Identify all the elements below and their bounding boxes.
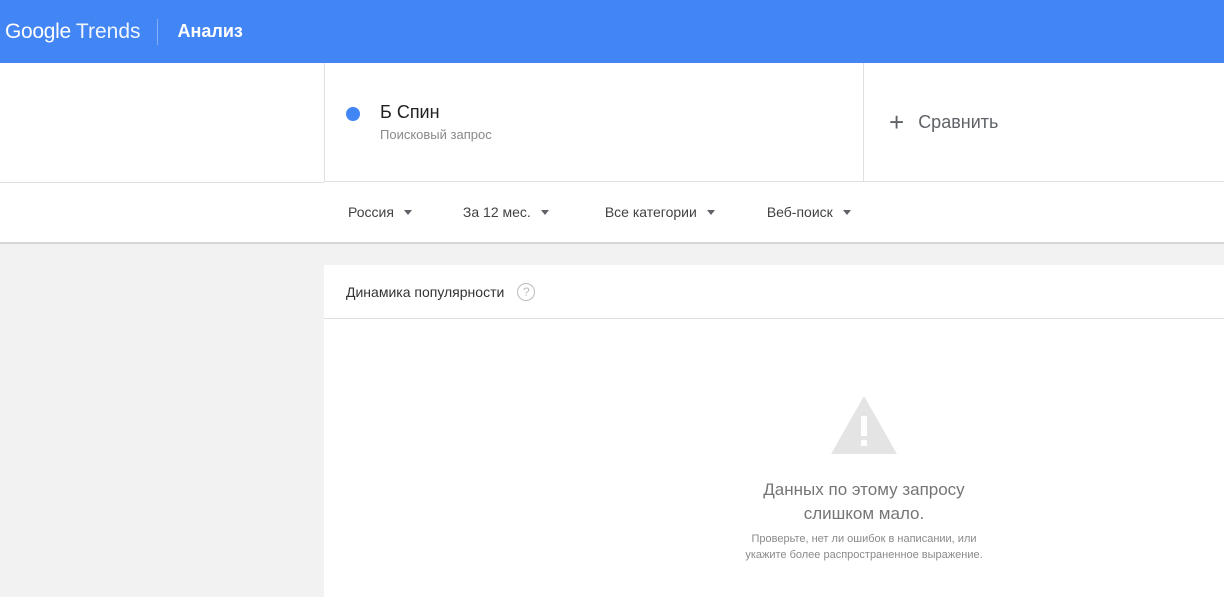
caret-down-icon [540,209,549,215]
empty-state-hint: Проверьте, нет ли ошибок в написании, ил… [709,531,1019,563]
compare-label: Сравнить [918,111,999,132]
search-term-card[interactable]: Б Спин Поисковый запрос [324,63,864,182]
google-trends-logo[interactable]: Google Trends [0,0,141,63]
filter-category-label: Все категории [604,204,697,220]
card-title: Динамика популярности [346,283,505,300]
logo-trends-text: Trends [75,19,141,43]
filter-region[interactable]: Россия [348,204,412,220]
compare-button[interactable]: + Сравнить [864,63,1224,182]
filter-search-type-label: Веб-поиск [766,204,833,220]
caret-down-icon [842,209,851,215]
logo-google-text: Google [5,19,71,43]
filter-bar: Россия За 12 мес. Все категории Веб-поис… [324,194,851,230]
term-color-dot [346,107,360,121]
interest-over-time-card: Динамика популярности ? Данных по этому … [324,265,1224,597]
explore-header: Б Спин Поисковый запрос + Сравнить Росси… [0,63,1224,244]
caret-down-icon [403,209,412,215]
card-header: Динамика популярности ? [324,265,1224,319]
warning-icon [831,396,897,454]
filter-time-range-label: За 12 мес. [462,204,531,220]
filter-time-range[interactable]: За 12 мес. [463,204,549,220]
topbar-divider [156,18,158,45]
empty-state-hint-line2: укажите более распространенное выражение… [745,549,983,561]
filter-region-label: Россия [348,204,394,220]
search-term-type: Поисковый запрос [380,127,492,142]
empty-state-title-line2: слишком мало. [803,504,925,523]
help-icon[interactable]: ? [517,282,536,301]
caret-down-icon [706,209,715,215]
empty-state: Данных по этому запросу слишком мало. Пр… [324,319,1224,597]
top-app-bar: Google Trends Анализ [0,0,1224,63]
empty-state-title-line1: Данных по этому запросу [763,480,965,499]
filter-category[interactable]: Все категории [605,204,715,220]
plus-icon: + [889,107,905,137]
divider [0,182,324,183]
page-title: Анализ [177,21,243,41]
empty-state-hint-line1: Проверьте, нет ли ошибок в написании, ил… [751,533,977,545]
filter-search-type[interactable]: Веб-поиск [767,204,851,220]
empty-state-title: Данных по этому запросу слишком мало. [714,478,1014,526]
search-term-name: Б Спин [380,102,440,122]
